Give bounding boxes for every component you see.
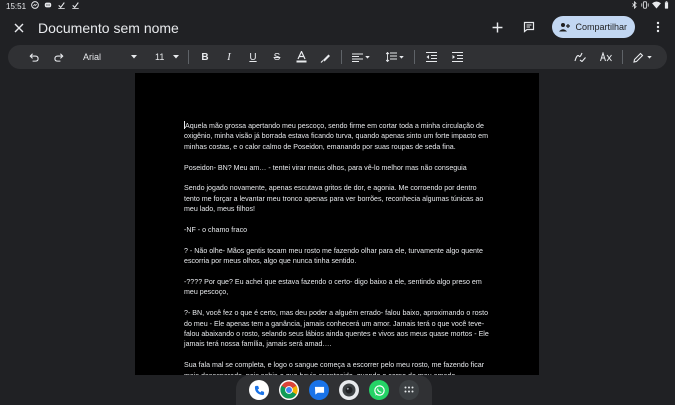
messages-app[interactable] bbox=[309, 380, 329, 400]
clear-formatting-button[interactable] bbox=[596, 47, 616, 67]
wifi-icon bbox=[652, 1, 661, 11]
camera-app[interactable] bbox=[339, 380, 359, 400]
whatsapp-icon bbox=[373, 384, 385, 396]
bold-icon: B bbox=[201, 51, 209, 63]
check-icon bbox=[57, 1, 66, 11]
more-vert-icon bbox=[656, 21, 660, 33]
font-select[interactable]: Arial bbox=[80, 47, 140, 67]
document-title[interactable]: Documento sem nome bbox=[38, 20, 179, 36]
chrome-app[interactable] bbox=[279, 380, 299, 400]
redo-button[interactable] bbox=[48, 47, 70, 67]
decrease-indent-icon bbox=[425, 52, 437, 62]
paragraph: Poseidon- BN? Meu am… - tentei virar meu… bbox=[184, 163, 467, 172]
align-left-icon bbox=[352, 52, 363, 62]
increase-indent-button[interactable] bbox=[447, 47, 467, 67]
line-spacing-button[interactable] bbox=[382, 47, 408, 67]
paragraph: ? - Não olhe- Mãos gentis tocam meu rost… bbox=[184, 246, 483, 266]
text-color-icon bbox=[296, 51, 306, 63]
more-options-button[interactable] bbox=[649, 18, 667, 36]
paragraph-text: Aquela mão grossa apertando meu pescoço,… bbox=[184, 122, 489, 151]
editing-mode-button[interactable] bbox=[629, 47, 655, 67]
text-color-button[interactable] bbox=[291, 47, 311, 67]
title-bar: Documento sem nome Compartilhar bbox=[0, 12, 675, 44]
dropdown-icon bbox=[173, 55, 179, 59]
dropdown-icon bbox=[646, 55, 652, 59]
paragraph: Sua fala mal se completa, e logo o sangu… bbox=[184, 361, 485, 375]
plus-icon bbox=[492, 22, 503, 32]
close-icon bbox=[14, 23, 24, 33]
paragraph: Sendo jogado novamente, apenas escutava … bbox=[184, 184, 484, 214]
phone-app[interactable] bbox=[249, 380, 269, 400]
document-page[interactable]: Aquela mão grossa apertando meu pescoço,… bbox=[135, 73, 539, 375]
align-button[interactable] bbox=[348, 47, 374, 67]
status-bar: 15:51 bbox=[0, 0, 675, 12]
increase-indent-icon bbox=[451, 52, 463, 62]
highlight-button[interactable] bbox=[315, 47, 335, 67]
app-drawer[interactable] bbox=[399, 380, 419, 400]
clear-format-icon bbox=[600, 52, 612, 62]
share-label: Compartilhar bbox=[575, 22, 627, 32]
toolbar-divider bbox=[414, 50, 415, 64]
app-dock bbox=[236, 375, 432, 405]
font-size-select[interactable]: 11 bbox=[152, 47, 182, 67]
discord-icon bbox=[44, 1, 52, 11]
vibrate-icon bbox=[641, 1, 649, 11]
add-person-icon bbox=[559, 23, 571, 32]
whatsapp-app[interactable] bbox=[369, 380, 389, 400]
paragraph: ?- BN, você fez o que é certo, mas deu p… bbox=[184, 309, 489, 349]
dropdown-icon bbox=[399, 55, 404, 59]
paragraph: -NF - o chamo fraco bbox=[184, 226, 248, 235]
bold-button[interactable]: B bbox=[195, 47, 215, 67]
phone-icon bbox=[254, 385, 264, 395]
italic-icon: I bbox=[227, 51, 231, 63]
paragraph: -???? Por que? Eu achei que estava fazen… bbox=[184, 278, 482, 297]
dropdown-icon bbox=[131, 55, 137, 59]
document-canvas: Aquela mão grossa apertando meu pescoço,… bbox=[0, 70, 675, 375]
underline-icon: U bbox=[249, 51, 257, 63]
strikethrough-icon: S bbox=[273, 51, 281, 63]
undo-button[interactable] bbox=[22, 47, 44, 67]
chrome-icon bbox=[280, 381, 298, 399]
undo-icon bbox=[29, 53, 39, 62]
status-time: 15:51 bbox=[6, 1, 27, 11]
close-button[interactable] bbox=[9, 18, 29, 38]
decrease-indent-button[interactable] bbox=[421, 47, 441, 67]
spellcheck-icon bbox=[574, 52, 586, 62]
toolbar-divider bbox=[622, 50, 623, 64]
toolbar-divider bbox=[188, 50, 189, 64]
toolbar-divider bbox=[341, 50, 342, 64]
underline-button[interactable]: U bbox=[243, 47, 263, 67]
paragraph: Aquela mão grossa apertando meu pescoço,… bbox=[184, 121, 494, 152]
add-button[interactable] bbox=[488, 18, 506, 36]
messages-icon bbox=[314, 386, 324, 395]
formatting-toolbar: Arial 11 B I U S bbox=[8, 45, 667, 69]
comment-icon bbox=[524, 21, 535, 33]
edit-pen-icon bbox=[632, 52, 643, 63]
font-size-value: 11 bbox=[155, 52, 165, 62]
dropdown-icon bbox=[365, 55, 370, 59]
app-drawer-icon bbox=[404, 386, 414, 393]
font-value: Arial bbox=[83, 52, 102, 62]
bluetooth-icon bbox=[631, 0, 638, 11]
line-spacing-icon bbox=[386, 52, 397, 62]
italic-button[interactable]: I bbox=[219, 47, 239, 67]
strikethrough-button[interactable]: S bbox=[267, 47, 287, 67]
battery-icon bbox=[664, 1, 669, 11]
check-icon bbox=[71, 1, 80, 11]
document-body[interactable]: Aquela mão grossa apertando meu pescoço,… bbox=[184, 121, 494, 375]
camera-icon bbox=[342, 383, 356, 397]
highlighter-icon bbox=[320, 54, 330, 63]
messenger-icon bbox=[31, 1, 39, 11]
spell-check-button[interactable] bbox=[570, 47, 590, 67]
share-button[interactable]: Compartilhar bbox=[552, 16, 635, 38]
redo-icon bbox=[53, 53, 63, 62]
comments-button[interactable] bbox=[520, 18, 538, 36]
